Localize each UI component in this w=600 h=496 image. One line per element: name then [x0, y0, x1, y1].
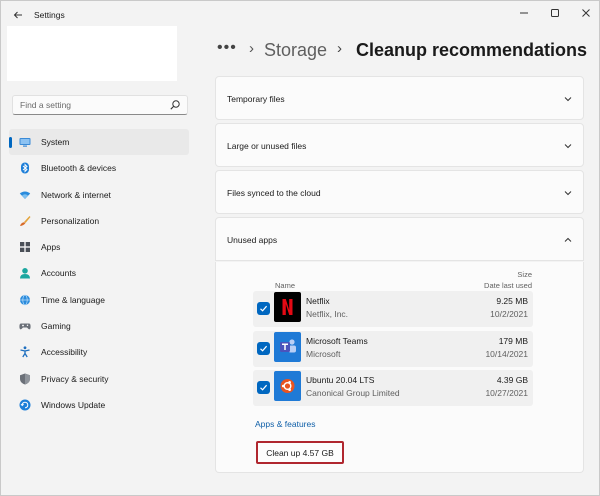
search-icon[interactable]	[169, 99, 181, 111]
globe-icon	[20, 294, 30, 306]
app-name: Ubuntu 20.04 LTS	[306, 375, 375, 385]
brush-icon	[20, 215, 31, 226]
chevron-down-icon[interactable]	[563, 141, 573, 151]
column-header-date: Date last used	[484, 281, 532, 290]
breadcrumb-more-button[interactable]: •••	[217, 39, 237, 57]
sidebar-item-accessibility[interactable]: Accessibility	[9, 339, 189, 365]
search-input[interactable]: Find a setting	[20, 100, 71, 110]
app-size: 4.39 GB	[496, 375, 528, 385]
sidebar-item-label: Privacy & security	[41, 373, 109, 384]
bluetooth-icon	[21, 162, 29, 174]
sidebar-item-label: Time & language	[41, 294, 105, 305]
app-row-ubuntu[interactable]: Ubuntu 20.04 LTS Canonical Group Limited…	[253, 370, 533, 406]
person-icon	[20, 268, 30, 279]
sidebar-item-accounts[interactable]: Accounts	[9, 260, 189, 286]
monitor-icon	[19, 138, 31, 147]
sidebar-item-windows-update[interactable]: Windows Update	[9, 392, 189, 418]
maximize-icon	[551, 9, 559, 17]
app-title: Settings	[34, 10, 65, 20]
app-row-microsoft-teams[interactable]: Microsoft Teams Microsoft 179 MB 10/14/2…	[253, 331, 533, 367]
back-arrow-icon	[13, 11, 22, 19]
breadcrumb-separator-icon: ›	[337, 40, 342, 57]
sidebar-item-gaming[interactable]: Gaming	[9, 313, 189, 339]
ubuntu-logo-icon	[274, 371, 301, 401]
shield-icon	[20, 373, 30, 385]
minimize-icon	[520, 12, 528, 14]
chevron-down-icon[interactable]	[563, 188, 573, 198]
app-checkbox[interactable]	[257, 342, 270, 355]
close-button[interactable]	[573, 5, 599, 21]
sidebar-item-network[interactable]: Network & internet	[9, 182, 189, 208]
sidebar-nav: System Bluetooth & devices Network & int…	[9, 129, 189, 418]
sidebar-item-label: Personalization	[41, 215, 100, 226]
app-date-last-used: 10/14/2021	[485, 349, 528, 359]
app-checkbox[interactable]	[257, 381, 270, 394]
teams-logo-icon	[274, 332, 301, 362]
apps-icon	[20, 242, 30, 253]
section-title: Files synced to the cloud	[227, 188, 321, 198]
title-bar: Settings	[1, 1, 600, 29]
sidebar-item-label: Windows Update	[41, 399, 106, 410]
apps-features-link[interactable]: Apps & features	[255, 419, 315, 429]
unused-apps-panel: Size Name Date last used Netflix Netflix…	[215, 262, 584, 473]
checkmark-icon	[260, 305, 268, 312]
gamepad-icon	[19, 323, 31, 330]
app-publisher: Microsoft	[306, 349, 341, 359]
breadcrumb-storage-link[interactable]: Storage	[264, 40, 327, 61]
app-publisher: Netflix, Inc.	[306, 309, 349, 319]
chevron-down-icon[interactable]	[563, 94, 573, 104]
sidebar-item-label: Gaming	[41, 321, 71, 332]
update-icon	[19, 399, 31, 411]
section-title: Temporary files	[227, 94, 285, 104]
netflix-logo-icon	[274, 292, 301, 322]
sidebar-item-label: Apps	[41, 242, 61, 253]
wifi-icon	[19, 191, 31, 199]
sidebar-item-apps[interactable]: Apps	[9, 234, 189, 260]
app-publisher: Canonical Group Limited	[306, 388, 400, 398]
app-size: 9.25 MB	[496, 296, 528, 306]
accessibility-icon	[20, 346, 30, 358]
settings-window: Settings Find a setting System Bluetooth…	[0, 0, 600, 496]
sidebar-item-label: Network & internet	[41, 189, 111, 200]
sidebar-item-label: Accessibility	[41, 347, 88, 358]
sidebar-item-label: System	[41, 137, 70, 147]
section-title: Unused apps	[227, 235, 278, 245]
sidebar-item-label: Bluetooth & devices	[41, 163, 117, 174]
app-checkbox[interactable]	[257, 302, 270, 315]
user-profile-card[interactable]	[7, 26, 177, 81]
back-button[interactable]	[9, 7, 27, 23]
sidebar-item-time-language[interactable]: Time & language	[9, 287, 189, 313]
close-icon	[582, 9, 590, 17]
breadcrumb-separator-icon: ›	[249, 40, 254, 57]
section-unused-apps[interactable]: Unused apps	[215, 217, 584, 261]
maximize-button[interactable]	[542, 5, 568, 21]
sidebar-item-label: Accounts	[41, 268, 76, 279]
section-files-synced-cloud[interactable]: Files synced to the cloud	[215, 170, 584, 214]
sidebar-item-privacy[interactable]: Privacy & security	[9, 366, 189, 392]
section-large-unused-files[interactable]: Large or unused files	[215, 123, 584, 167]
app-name: Microsoft Teams	[306, 336, 368, 346]
clean-up-button-label: Clean up 4.57 GB	[266, 448, 334, 458]
app-row-netflix[interactable]: Netflix Netflix, Inc. 9.25 MB 10/2/2021	[253, 291, 533, 327]
app-date-last-used: 10/27/2021	[485, 388, 528, 398]
clean-up-button[interactable]: Clean up 4.57 GB	[256, 441, 344, 464]
column-header-name: Name	[275, 281, 296, 290]
search-box[interactable]: Find a setting	[12, 95, 188, 115]
sidebar-item-personalization[interactable]: Personalization	[9, 208, 189, 234]
chevron-up-icon[interactable]	[563, 235, 573, 245]
minimize-button[interactable]	[511, 5, 537, 21]
sidebar-item-system[interactable]: System	[9, 129, 189, 156]
column-header-size: Size	[517, 270, 532, 279]
app-date-last-used: 10/2/2021	[490, 309, 528, 319]
section-temporary-files[interactable]: Temporary files	[215, 76, 584, 120]
checkmark-icon	[260, 345, 268, 352]
section-title: Large or unused files	[227, 141, 307, 151]
checkmark-icon	[260, 384, 268, 391]
sidebar-item-bluetooth[interactable]: Bluetooth & devices	[9, 155, 189, 181]
app-size: 179 MB	[498, 336, 528, 346]
page-title: Cleanup recommendations	[356, 40, 588, 60]
app-name: Netflix	[306, 296, 330, 306]
